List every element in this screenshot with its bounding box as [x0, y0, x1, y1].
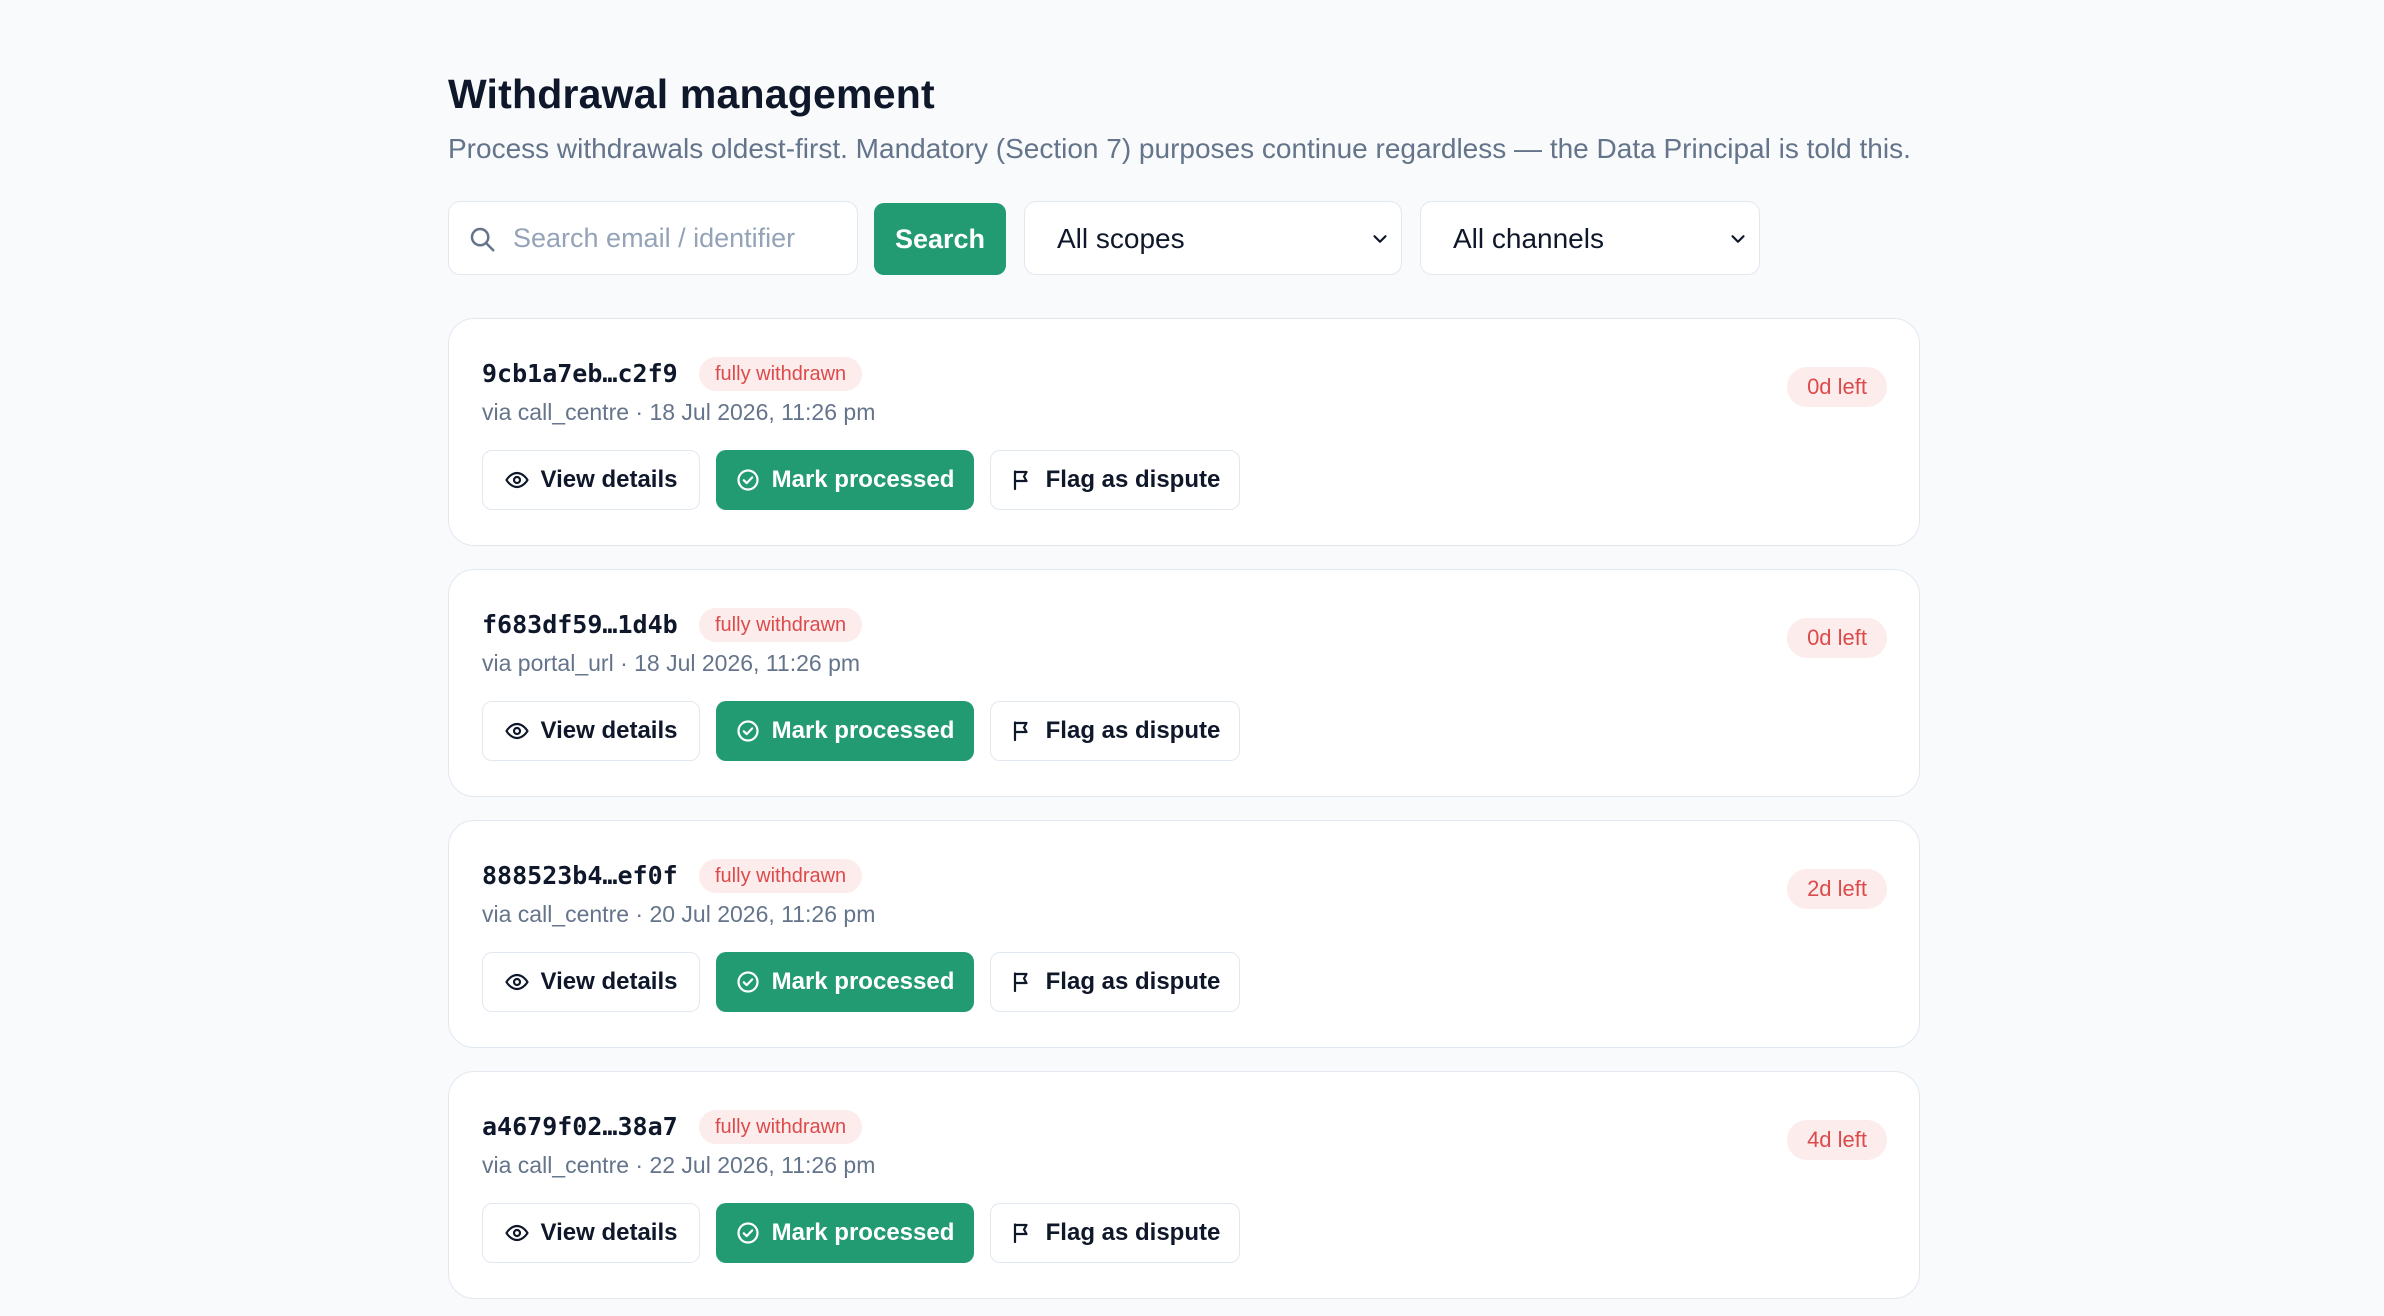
view-details-label: View details: [540, 968, 678, 995]
check-circle-icon: [737, 469, 759, 491]
mark-processed-button[interactable]: Mark processed: [716, 701, 974, 761]
view-details-button[interactable]: View details: [482, 1203, 700, 1263]
mark-processed-button[interactable]: Mark processed: [716, 952, 974, 1012]
search-icon: [470, 227, 495, 252]
channel-select-value: All channels: [1453, 223, 1604, 254]
withdrawal-card: 888523b4…ef0f fully withdrawn via call_c…: [448, 820, 1920, 1048]
withdrawal-meta: via portal_url · 18 Jul 2026, 11:26 pm: [482, 650, 861, 676]
eye-icon: [504, 722, 529, 740]
withdrawal-meta: via call_centre · 18 Jul 2026, 11:26 pm: [482, 399, 876, 425]
withdrawal-card: 9cb1a7eb…c2f9 fully withdrawn via call_c…: [448, 318, 1920, 546]
eye-icon: [504, 1224, 529, 1242]
search-button[interactable]: Search: [874, 203, 1006, 275]
flag-icon: [1013, 972, 1028, 993]
withdrawal-id: f683df59…1d4b: [482, 610, 678, 639]
status-badge: fully withdrawn: [699, 357, 863, 391]
check-circle-icon: [737, 1222, 759, 1244]
deadline-badge: 0d left: [1787, 367, 1887, 407]
flag-icon: [1013, 470, 1028, 491]
page-subtitle: Process withdrawals oldest-first. Mandat…: [448, 133, 1911, 164]
scope-select-value: All scopes: [1057, 223, 1185, 254]
withdrawal-id: 9cb1a7eb…c2f9: [482, 359, 678, 388]
view-details-label: View details: [540, 1219, 678, 1246]
chevron-down-icon: [1373, 235, 1387, 243]
deadline-badge: 4d left: [1787, 1120, 1887, 1160]
flag-icon: [1013, 721, 1028, 742]
withdrawal-card: a4679f02…38a7 fully withdrawn via call_c…: [448, 1071, 1920, 1299]
check-circle-icon: [737, 720, 759, 742]
mark-processed-button[interactable]: Mark processed: [716, 450, 974, 510]
withdrawal-id: 888523b4…ef0f: [482, 861, 678, 890]
deadline-badge: 0d left: [1787, 618, 1887, 658]
channel-select[interactable]: All channels: [1420, 201, 1760, 275]
flag-dispute-label: Flag as dispute: [1045, 466, 1221, 493]
mark-processed-label: Mark processed: [771, 968, 955, 995]
search-box[interactable]: [448, 201, 858, 275]
withdrawal-meta: via call_centre · 20 Jul 2026, 11:26 pm: [482, 901, 876, 927]
view-details-button[interactable]: View details: [482, 701, 700, 761]
flag-dispute-button[interactable]: Flag as dispute: [990, 1203, 1240, 1263]
mark-processed-button[interactable]: Mark processed: [716, 1203, 974, 1263]
search-input[interactable]: [513, 214, 843, 262]
flag-dispute-label: Flag as dispute: [1045, 968, 1221, 995]
eye-icon: [504, 471, 529, 489]
check-circle-icon: [737, 971, 759, 993]
flag-icon: [1013, 1223, 1028, 1244]
view-details-label: View details: [540, 717, 678, 744]
scope-select[interactable]: All scopes: [1024, 201, 1402, 275]
flag-dispute-label: Flag as dispute: [1045, 1219, 1221, 1246]
status-badge: fully withdrawn: [699, 859, 863, 893]
page-title: Withdrawal management: [448, 71, 935, 117]
view-details-label: View details: [540, 466, 678, 493]
mark-processed-label: Mark processed: [771, 466, 955, 493]
flag-dispute-button[interactable]: Flag as dispute: [990, 450, 1240, 510]
flag-dispute-label: Flag as dispute: [1045, 717, 1221, 744]
chevron-down-icon: [1731, 235, 1745, 243]
deadline-badge: 2d left: [1787, 869, 1887, 909]
view-details-button[interactable]: View details: [482, 952, 700, 1012]
withdrawal-meta: via call_centre · 22 Jul 2026, 11:26 pm: [482, 1152, 876, 1178]
status-badge: fully withdrawn: [699, 608, 863, 642]
withdrawal-id: a4679f02…38a7: [482, 1112, 678, 1141]
mark-processed-label: Mark processed: [771, 717, 955, 744]
flag-dispute-button[interactable]: Flag as dispute: [990, 701, 1240, 761]
view-details-button[interactable]: View details: [482, 450, 700, 510]
eye-icon: [504, 973, 529, 991]
mark-processed-label: Mark processed: [771, 1219, 955, 1246]
status-badge: fully withdrawn: [699, 1110, 863, 1144]
flag-dispute-button[interactable]: Flag as dispute: [990, 952, 1240, 1012]
withdrawal-card: f683df59…1d4b fully withdrawn via portal…: [448, 569, 1920, 797]
